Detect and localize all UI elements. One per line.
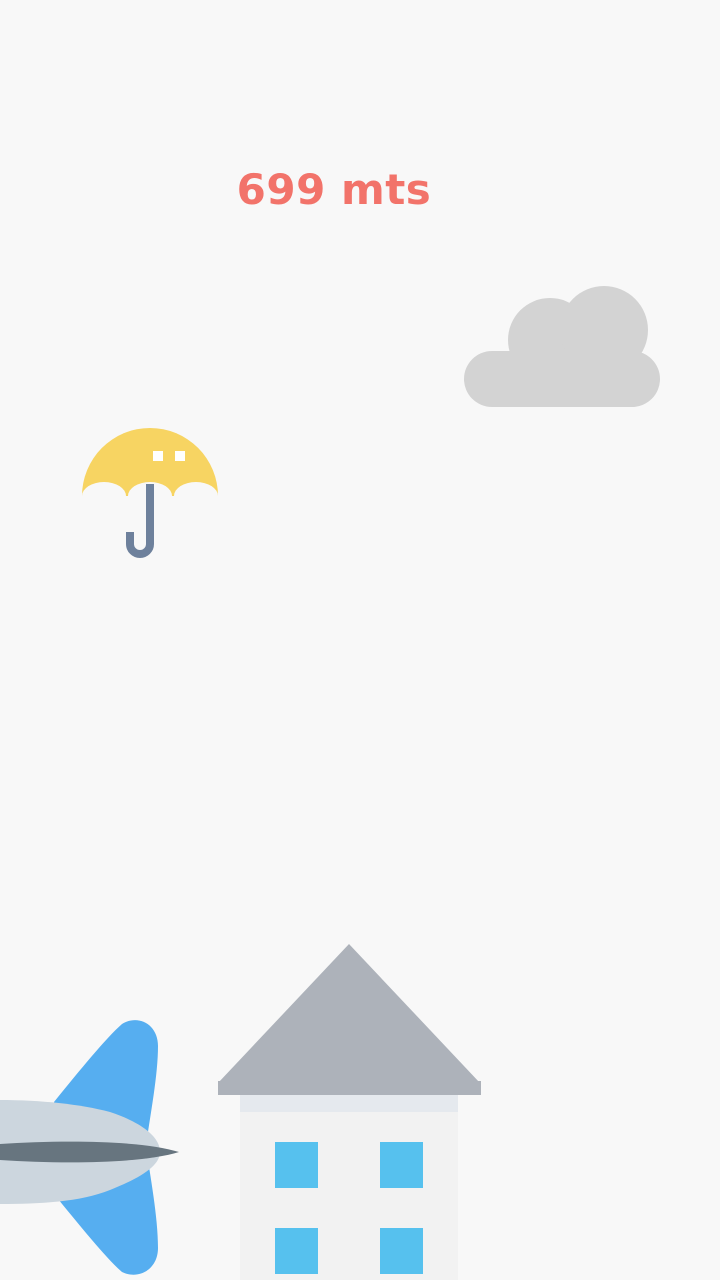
game-stage[interactable]: 699 mts [0, 0, 720, 1280]
house-icon [218, 944, 481, 1280]
cloud-icon [464, 286, 660, 407]
umbrella-icon[interactable] [78, 424, 222, 564]
distance-score: 699 mts [236, 165, 432, 214]
airplane-icon [0, 1020, 179, 1275]
